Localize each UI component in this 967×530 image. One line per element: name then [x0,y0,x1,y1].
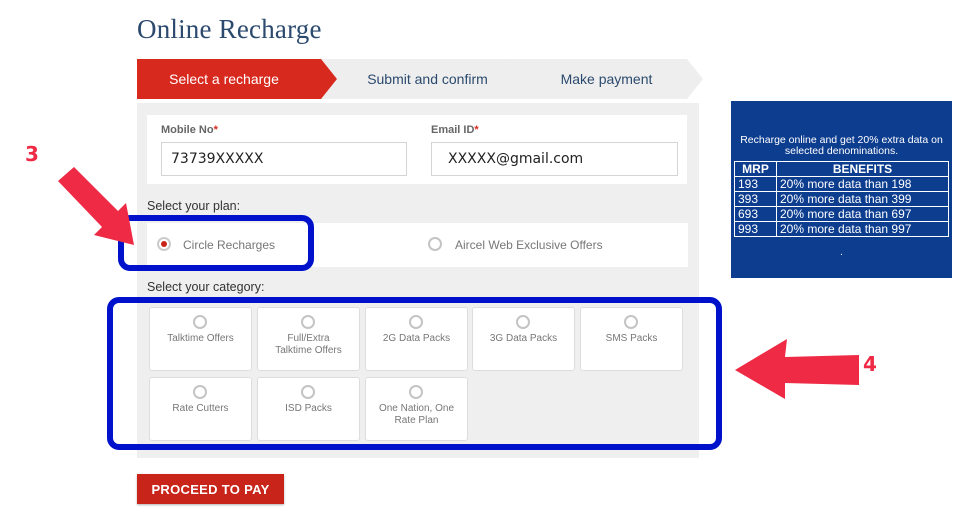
page-title: Online Recharge [137,14,322,44]
annotation-arrow-icon [735,339,859,399]
email-label: Email ID* [431,124,479,136]
promo-benefit-cell: 20% more data than 697 [776,206,949,222]
annotation-number-4: 4 [863,352,877,376]
step-select-recharge: Select a recharge [137,59,337,99]
promo-mrp-cell: 693 [734,206,777,222]
radio-icon[interactable] [428,237,442,251]
promo-benefit-cell: 20% more data than 198 [776,176,949,192]
progress-steps: Select a recharge Submit and confirm Mak… [137,59,703,99]
category-highlight-box [107,297,722,450]
step-submit-confirm: Submit and confirm [321,59,518,99]
plan-option-label: Aircel Web Exclusive Offers [455,238,603,252]
promo-mrp-cell: 193 [734,176,777,192]
promo-table-header: MRP BENEFITS [734,161,949,177]
table-row: 693 20% more data than 697 [734,206,949,222]
mobile-label: Mobile No* [161,124,218,136]
email-input[interactable]: XXXXX@gmail.com [431,142,678,176]
mobile-input[interactable]: 73739XXXXX [161,142,407,176]
promo-benefit-cell: 20% more data than 997 [776,221,949,237]
promo-column-header: MRP [734,161,777,177]
step-make-payment: Make payment [502,59,703,99]
promo-mrp-cell: 993 [734,221,777,237]
annotation-arrow-icon [58,167,134,245]
promo-headline: Recharge online and get 20% extra data o… [740,134,943,157]
annotation-number-3: 3 [25,142,39,166]
promo-benefit-cell: 20% more data than 399 [776,191,949,207]
category-section-label: Select your category: [147,280,265,294]
table-row: 193 20% more data than 198 [734,176,949,192]
promo-mrp-cell: 393 [734,191,777,207]
plan-highlight-box [118,215,314,271]
table-row: 993 20% more data than 997 [734,221,949,237]
table-row: 393 20% more data than 399 [734,191,949,207]
proceed-to-pay-button[interactable]: PROCEED TO PAY [137,474,284,504]
promo-column-header: BENEFITS [776,161,949,177]
promo-table: MRP BENEFITS 193 20% more data than 198 … [734,161,949,237]
promo-footer: . [840,247,843,258]
promo-banner: Recharge online and get 20% extra data o… [731,101,952,278]
plan-section-label: Select your plan: [147,199,241,213]
